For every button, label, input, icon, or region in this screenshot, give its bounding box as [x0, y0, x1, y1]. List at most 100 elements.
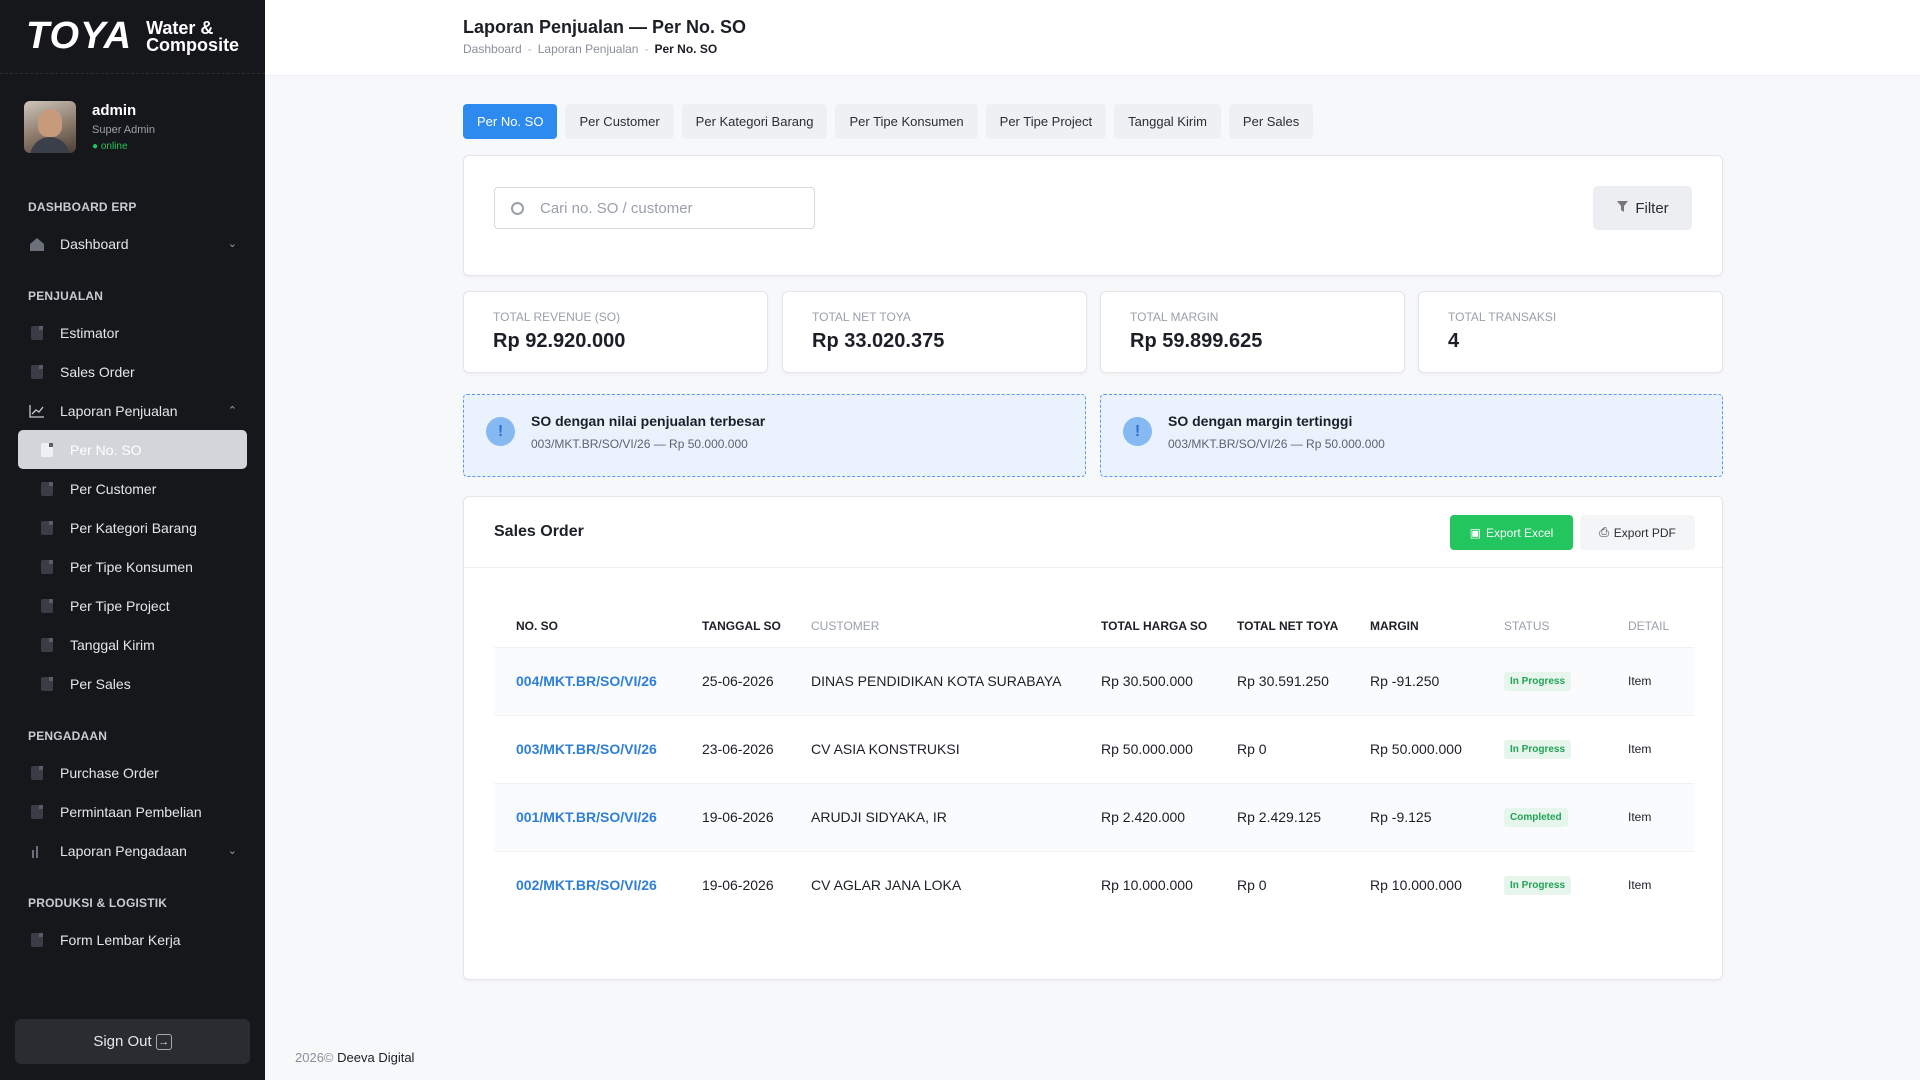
document-icon	[28, 325, 46, 341]
sidebar-item-label: Purchase Order	[60, 764, 159, 781]
detail-item-link[interactable]: Item	[1606, 714, 1694, 783]
sidebar-subitem-per-no-so[interactable]: Per No. SO	[18, 430, 247, 469]
insight-top-sales: ! SO dengan nilai penjualan terbesar 003…	[463, 394, 1086, 477]
sidebar-item-estimator[interactable]: Estimator	[0, 313, 265, 352]
page-header: Laporan Penjualan — Per No. SO Dashboard…	[265, 0, 1920, 76]
cell-margin: Rp 10.000.000	[1348, 850, 1482, 919]
user-name: admin	[92, 102, 137, 119]
detail-item-link[interactable]: Item	[1606, 850, 1694, 919]
section-pengadaan: PENGADAAN	[28, 729, 108, 743]
avatar	[24, 101, 76, 153]
sidebar-item-label: Per Kategori Barang	[70, 519, 197, 536]
so-number-link[interactable]: 002/MKT.BR/SO/VI/26	[494, 850, 680, 919]
cell-margin: Rp -91.250	[1348, 646, 1482, 715]
insight-detail: 003/MKT.BR/SO/VI/26 — Rp 50.000.000	[531, 437, 748, 451]
sidebar-item-laporan-penjualan[interactable]: Laporan Penjualan ⌃	[0, 391, 265, 430]
tab-tanggal-kirim[interactable]: Tanggal Kirim	[1114, 104, 1221, 139]
footer: 2026© Deeva Digital	[295, 1050, 414, 1065]
sidebar-item-permintaan-pembelian[interactable]: Permintaan Pembelian	[0, 792, 265, 831]
stat-total-margin: TOTAL MARGIN Rp 59.899.625	[1100, 291, 1405, 373]
alert-icon: !	[1123, 417, 1152, 446]
document-icon	[38, 598, 56, 614]
filter-icon	[1616, 200, 1629, 216]
document-icon	[28, 804, 46, 820]
chevron-up-icon: ⌃	[227, 405, 237, 417]
sidebar-subitem-per-kategori-barang[interactable]: Per Kategori Barang	[0, 508, 265, 547]
sidebar-subitem-per-sales[interactable]: Per Sales	[0, 664, 265, 703]
document-icon	[38, 676, 56, 692]
tab-per-tipe-project[interactable]: Per Tipe Project	[985, 104, 1107, 139]
sidebar-item-purchase-order[interactable]: Purchase Order	[0, 753, 265, 792]
sidebar-item-laporan-pengadaan[interactable]: Laporan Pengadaan ⌄	[0, 831, 265, 870]
sidebar-subitem-per-tipe-konsumen[interactable]: Per Tipe Konsumen	[0, 547, 265, 586]
col-status: STATUS	[1504, 618, 1550, 633]
document-icon	[38, 559, 56, 575]
insight-title: SO dengan nilai penjualan terbesar	[531, 413, 766, 429]
cell-status: Completed	[1482, 782, 1606, 851]
cell-customer: ARUDJI SIDYAKA, IR	[789, 782, 1079, 851]
detail-item-link[interactable]: Item	[1606, 646, 1694, 715]
cell-net-toya: Rp 30.591.250	[1215, 646, 1348, 715]
tab-per-no-so[interactable]: Per No. SO	[463, 104, 558, 139]
document-icon	[38, 442, 56, 458]
status-badge: In Progress	[1504, 672, 1572, 691]
tab-per-customer[interactable]: Per Customer	[565, 104, 674, 139]
user-profile[interactable]: admin Super Admin ● online	[0, 74, 265, 180]
sidebar-subitem-tanggal-kirim[interactable]: Tanggal Kirim	[0, 625, 265, 664]
tab-per-sales[interactable]: Per Sales	[1228, 104, 1314, 139]
col-no-so[interactable]: NO. SO	[494, 605, 680, 647]
document-icon	[28, 765, 46, 781]
export-pdf-button[interactable]: ⎙ Export PDF	[1580, 515, 1695, 550]
brand-logo: TOYA	[26, 15, 133, 57]
breadcrumb-laporan-penjualan[interactable]: Laporan Penjualan	[538, 42, 639, 56]
sidebar: TOYA Water & Composite admin Super Admin…	[0, 0, 265, 1080]
stat-value: Rp 33.020.375	[812, 330, 945, 352]
sidebar-item-sales-order[interactable]: Sales Order	[0, 352, 265, 391]
cell-total-harga: Rp 30.500.000	[1079, 646, 1215, 715]
breadcrumb-dashboard[interactable]: Dashboard	[463, 42, 522, 56]
document-icon	[38, 520, 56, 536]
user-status: ● online	[92, 141, 128, 152]
brand-subtitle-line2: Composite	[146, 34, 240, 55]
breadcrumb: Dashboard - Laporan Penjualan - Per No. SO	[463, 42, 718, 56]
col-total-net-toya[interactable]: TOTAL NET TOYA	[1215, 605, 1348, 647]
so-number-link[interactable]: 003/MKT.BR/SO/VI/26	[494, 714, 680, 783]
brand-subtitle: Water & Composite	[146, 19, 240, 55]
so-number-link[interactable]: 004/MKT.BR/SO/VI/26	[494, 646, 680, 715]
cell-net-toya: Rp 2.429.125	[1215, 782, 1348, 851]
sidebar-item-label: Form Lembar Kerja	[60, 931, 181, 948]
search-box[interactable]	[494, 187, 815, 229]
stat-value: Rp 59.899.625	[1130, 330, 1263, 352]
table-row: 002/MKT.BR/SO/VI/26 19-06-2026 CV AGLAR …	[494, 850, 1694, 919]
sidebar-item-label: Per Tipe Project	[70, 597, 170, 614]
sign-out-button[interactable]: Sign Out →	[15, 1019, 250, 1064]
sidebar-item-label: Estimator	[60, 324, 120, 341]
filter-button[interactable]: Filter	[1593, 186, 1692, 230]
col-margin[interactable]: MARGIN	[1348, 605, 1482, 647]
sales-order-table-card: Sales Order ▣ Export Excel ⎙ Export PDF …	[463, 496, 1723, 980]
alert-icon: !	[486, 417, 515, 446]
footer-year: 2026©	[295, 1050, 334, 1065]
search-input[interactable]	[540, 199, 790, 217]
chart-line-icon	[28, 403, 46, 419]
status-badge: Completed	[1504, 808, 1568, 827]
col-customer[interactable]: CUSTOMER	[789, 605, 1079, 647]
sidebar-subitem-per-tipe-project[interactable]: Per Tipe Project	[0, 586, 265, 625]
brand[interactable]: TOYA Water & Composite	[0, 0, 265, 74]
so-number-link[interactable]: 001/MKT.BR/SO/VI/26	[494, 782, 680, 851]
export-excel-button[interactable]: ▣ Export Excel	[1450, 515, 1573, 550]
sidebar-item-label: Per Customer	[70, 480, 157, 497]
sidebar-item-label: Tanggal Kirim	[70, 636, 155, 653]
page-title: Laporan Penjualan — Per No. SO	[463, 17, 747, 37]
tab-per-kategori-barang[interactable]: Per Kategori Barang	[681, 104, 828, 139]
col-tanggal-so[interactable]: TANGGAL SO	[680, 605, 789, 647]
tab-per-tipe-konsumen[interactable]: Per Tipe Konsumen	[835, 104, 978, 139]
footer-company[interactable]: Deeva Digital	[337, 1050, 414, 1065]
detail-item-link[interactable]: Item	[1606, 782, 1694, 851]
col-total-harga-so[interactable]: TOTAL HARGA SO	[1079, 605, 1215, 647]
sidebar-item-dashboard[interactable]: Dashboard ⌄	[0, 224, 265, 263]
sidebar-item-form-lembar-kerja[interactable]: Form Lembar Kerja	[0, 920, 265, 959]
home-icon	[28, 236, 46, 252]
cell-net-toya: Rp 0	[1215, 850, 1348, 919]
sidebar-subitem-per-customer[interactable]: Per Customer	[0, 469, 265, 508]
